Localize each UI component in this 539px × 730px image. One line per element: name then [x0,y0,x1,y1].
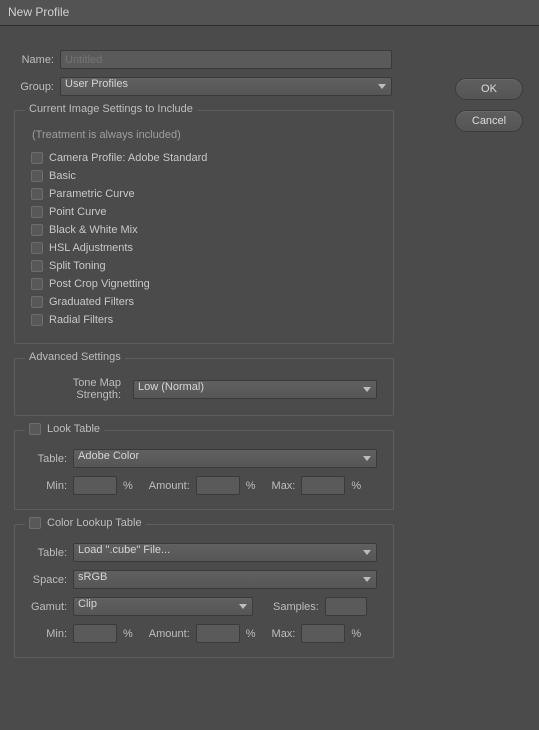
clut-max-label: Max: [272,628,296,640]
include-note: (Treatment is always included) [32,129,377,141]
include-item-point-curve[interactable]: Point Curve [31,203,377,221]
percent-label: % [351,628,361,640]
clut-space-row: Space: sRGB [31,570,377,589]
clut-legend: Color Lookup Table [25,517,146,529]
group-row: Group: User Profiles [14,77,525,96]
name-row: Name: [14,50,525,69]
include-legend: Current Image Settings to Include [25,103,197,115]
checkbox-icon[interactable] [31,206,43,218]
clut-checkbox[interactable] [29,517,41,529]
clut-amount-label: Amount: [149,628,190,640]
name-label: Name: [14,54,60,66]
clut-max-input[interactable] [301,624,345,643]
checkbox-icon[interactable] [31,188,43,200]
include-item-bw-mix[interactable]: Black & White Mix [31,221,377,239]
clut-table-select[interactable]: Load ".cube" File... [73,543,377,562]
include-item-radial-filters[interactable]: Radial Filters [31,311,377,329]
clut-space-label: Space: [31,574,67,586]
name-input[interactable] [60,50,392,69]
look-amount-input[interactable] [196,476,240,495]
include-item-camera-profile[interactable]: Camera Profile: Adobe Standard [31,149,377,167]
clut-gamut-label: Gamut: [31,601,67,613]
include-item-label: Post Crop Vignetting [49,278,150,290]
clut-gamut-select[interactable]: Clip [73,597,253,616]
checkbox-icon[interactable] [31,278,43,290]
look-amount-label: Amount: [149,480,190,492]
checkbox-icon[interactable] [31,296,43,308]
look-table-legend-label: Look Table [47,423,100,435]
tone-map-select[interactable]: Low (Normal) [133,380,377,399]
clut-samples-label: Samples: [273,601,319,613]
look-table-table-row: Table: Adobe Color [31,449,377,468]
clut-samples-input[interactable] [325,597,367,616]
clut-gamut-row: Gamut: Clip Samples: [31,597,377,616]
include-item-label: Camera Profile: Adobe Standard [49,152,207,164]
clut-min-label: Min: [31,628,67,640]
include-item-label: Black & White Mix [49,224,138,236]
look-min-label: Min: [31,480,67,492]
look-table-fieldset: Look Table Table: Adobe Color Min: % Amo… [14,430,394,510]
include-item-label: Point Curve [49,206,106,218]
clut-min-input[interactable] [73,624,117,643]
look-table-checkbox[interactable] [29,423,41,435]
percent-label: % [123,480,133,492]
include-item-basic[interactable]: Basic [31,167,377,185]
group-select[interactable]: User Profiles [60,77,392,96]
checkbox-icon[interactable] [31,224,43,236]
checkbox-icon[interactable] [31,170,43,182]
dialog-content: OK Cancel Name: Group: User Profiles Cur… [0,26,539,674]
checkbox-icon[interactable] [31,260,43,272]
clut-legend-label: Color Lookup Table [47,517,142,529]
clut-values-row: Min: % Amount: % Max: % [31,624,377,643]
checkbox-icon[interactable] [31,314,43,326]
group-label: Group: [14,81,60,93]
include-item-label: Basic [49,170,76,182]
cancel-button[interactable]: Cancel [455,110,523,132]
include-item-split-toning[interactable]: Split Toning [31,257,377,275]
clut-fieldset: Color Lookup Table Table: Load ".cube" F… [14,524,394,658]
clut-table-row: Table: Load ".cube" File... [31,543,377,562]
titlebar: New Profile [0,0,539,26]
look-table-select[interactable]: Adobe Color [73,449,377,468]
look-max-input[interactable] [301,476,345,495]
look-table-values-row: Min: % Amount: % Max: % [31,476,377,495]
include-item-label: HSL Adjustments [49,242,133,254]
ok-button[interactable]: OK [455,78,523,100]
look-table-table-label: Table: [31,453,67,465]
advanced-legend: Advanced Settings [25,351,125,363]
include-item-hsl[interactable]: HSL Adjustments [31,239,377,257]
advanced-fieldset: Advanced Settings Tone Map Strength: Low… [14,358,394,416]
percent-label: % [246,628,256,640]
include-fieldset: Current Image Settings to Include (Treat… [14,110,394,344]
look-min-input[interactable] [73,476,117,495]
window-title: New Profile [8,5,69,19]
include-item-label: Parametric Curve [49,188,135,200]
percent-label: % [123,628,133,640]
tone-map-label: Tone Map Strength: [31,377,127,401]
percent-label: % [246,480,256,492]
look-max-label: Max: [272,480,296,492]
look-table-legend: Look Table [25,423,104,435]
clut-amount-input[interactable] [196,624,240,643]
include-item-label: Radial Filters [49,314,113,326]
tone-map-row: Tone Map Strength: Low (Normal) [31,377,377,401]
include-item-label: Split Toning [49,260,106,272]
include-item-post-crop-vignetting[interactable]: Post Crop Vignetting [31,275,377,293]
clut-space-select[interactable]: sRGB [73,570,377,589]
checkbox-icon[interactable] [31,152,43,164]
include-item-label: Graduated Filters [49,296,134,308]
checkbox-icon[interactable] [31,242,43,254]
include-item-parametric-curve[interactable]: Parametric Curve [31,185,377,203]
percent-label: % [351,480,361,492]
include-item-graduated-filters[interactable]: Graduated Filters [31,293,377,311]
clut-table-label: Table: [31,547,67,559]
